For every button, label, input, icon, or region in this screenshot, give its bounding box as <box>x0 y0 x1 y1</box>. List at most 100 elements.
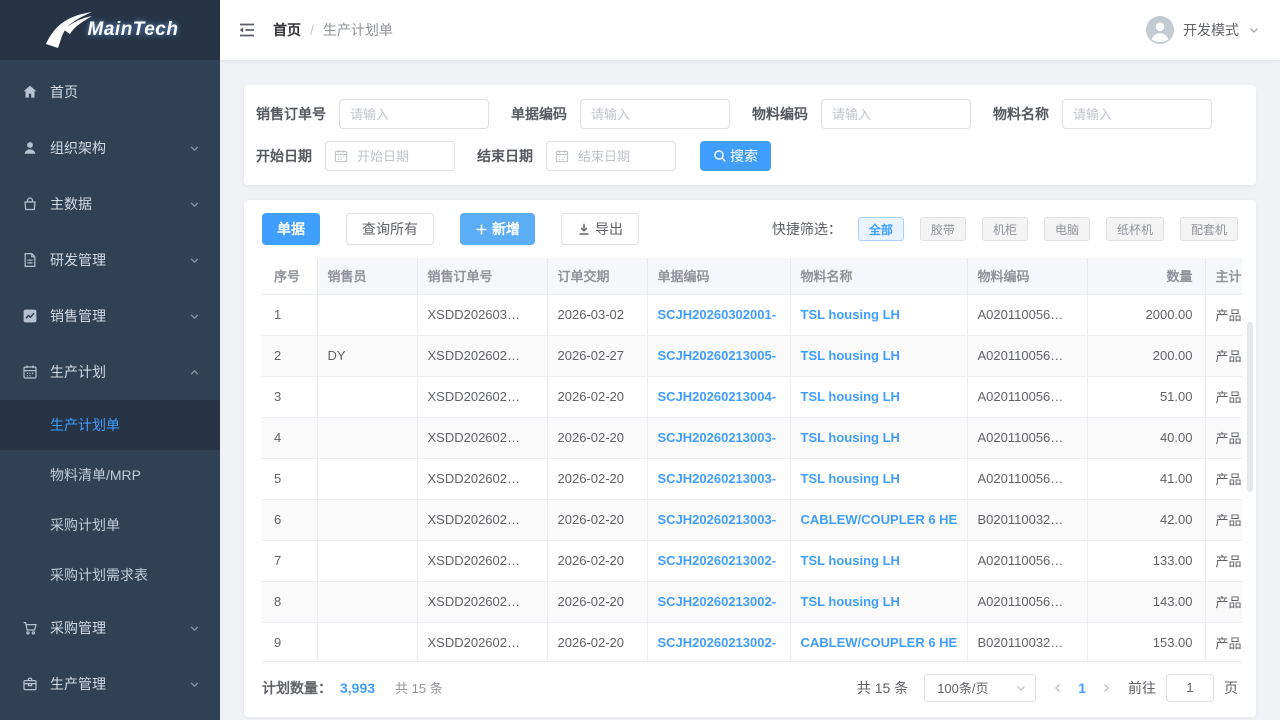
cell-qty: 41.00 <box>1087 458 1205 499</box>
cell-material_code: A020110056… <box>967 417 1087 458</box>
add-button[interactable]: 新增 <box>460 213 535 245</box>
quick-filter-chip-4[interactable]: 纸杯机 <box>1106 217 1164 241</box>
table-row: 9XSDD202602…2026-02-20SCJH20260213002-CA… <box>262 622 1242 662</box>
cell-unit: 产品 <box>1205 294 1242 335</box>
quick-filter-chip-2[interactable]: 机柜 <box>982 217 1028 241</box>
chevron-left-icon <box>1052 682 1064 694</box>
material_name-link[interactable]: TSL housing LH <box>801 471 900 486</box>
sidebar-item-label: 组织架构 <box>50 138 189 158</box>
sidebar-item-rd-management[interactable]: 研发管理 <box>0 232 220 288</box>
material_name-link[interactable]: TSL housing LH <box>801 430 900 445</box>
filter-group-2: 物料编码 <box>752 99 971 129</box>
export-button[interactable]: 导出 <box>561 213 639 245</box>
page-size-select[interactable]: 100条/页 <box>924 674 1036 702</box>
sidebar-item-sales-management[interactable]: 销售管理 <box>0 288 220 344</box>
cell-sales_order: XSDD202602… <box>417 581 547 622</box>
doc_code-link[interactable]: SCJH20260213003- <box>658 512 777 527</box>
cell-unit: 产品 <box>1205 417 1242 458</box>
chevron-down-icon <box>189 199 200 210</box>
sidebar-subitem-bom-mrp[interactable]: 物料清单/MRP <box>0 450 220 500</box>
column-header-1: 销售员 <box>317 258 417 294</box>
doc_code-link[interactable]: SCJH20260213002- <box>658 635 777 650</box>
sidebar-subitem-purchase-plan-demand[interactable]: 采购计划需求表 <box>0 550 220 600</box>
filter-input-3[interactable] <box>1062 99 1212 129</box>
quick-filter-chip-1[interactable]: 胶带 <box>920 217 966 241</box>
filter-input-2[interactable] <box>821 99 971 129</box>
chevron-down-icon <box>189 679 200 690</box>
sidebar-item-label: 采购管理 <box>50 618 189 638</box>
breadcrumb-home[interactable]: 首页 <box>273 20 301 40</box>
quick-filter-chip-5[interactable]: 配套机 <box>1180 217 1238 241</box>
cell-salesperson <box>317 294 417 335</box>
filter-input-1[interactable] <box>580 99 730 129</box>
sidebar-item-master-data[interactable]: 主数据 <box>0 176 220 232</box>
docs-button[interactable]: 单据 <box>262 213 320 245</box>
plus-icon <box>475 223 488 236</box>
date-input-0[interactable] <box>325 141 455 171</box>
user-menu[interactable]: 开发模式 <box>1146 16 1260 44</box>
cell-seq: 3 <box>262 376 317 417</box>
doc_code-link[interactable]: SCJH20260213002- <box>658 594 777 609</box>
cell-material_name: TSL housing LH <box>790 376 967 417</box>
plan-qty-label: 计划数量： <box>262 678 332 698</box>
quick-filter-chip-3[interactable]: 电脑 <box>1044 217 1090 241</box>
cell-sales_order: XSDD202602… <box>417 376 547 417</box>
material_name-link[interactable]: CABLEW/COUPLER 6 HE <box>801 635 958 650</box>
query-all-button[interactable]: 查询所有 <box>346 213 434 245</box>
app-root: MainTech 首页组织架构主数据研发管理销售管理生产计划生产计划单物料清单/… <box>0 0 1280 720</box>
toolbar-buttons: 单据 查询所有 新增 <box>262 213 639 245</box>
brand-logo[interactable]: MainTech <box>0 0 220 60</box>
material_name-link[interactable]: TSL housing LH <box>801 389 900 404</box>
doc_code-link[interactable]: SCJH20260302001- <box>658 307 777 322</box>
doc_code-link[interactable]: SCJH20260213003- <box>658 430 777 445</box>
collapse-sidebar-icon[interactable] <box>236 19 258 41</box>
cell-material_name: TSL housing LH <box>790 294 967 335</box>
total-count-left: 共 15 条 <box>395 678 443 697</box>
material_name-link[interactable]: TSL housing LH <box>801 594 900 609</box>
date-input-1[interactable] <box>546 141 676 171</box>
cell-unit: 产品 <box>1205 540 1242 581</box>
sidebar-subitem-purchase-plan-order[interactable]: 采购计划单 <box>0 500 220 550</box>
prev-page-button[interactable] <box>1052 682 1064 694</box>
cell-due_date: 2026-02-20 <box>547 622 647 662</box>
filter-label: 单据编码 <box>511 104 567 124</box>
page-number[interactable]: 1 <box>1078 680 1086 696</box>
calendar-icon <box>22 364 38 380</box>
doc_code-link[interactable]: SCJH20260213004- <box>658 389 777 404</box>
cell-material_code: A020110056… <box>967 540 1087 581</box>
doc_code-link[interactable]: SCJH20260213005- <box>658 348 777 363</box>
sidebar-item-home[interactable]: 首页 <box>0 64 220 120</box>
box-icon <box>22 676 38 692</box>
sidebar-item-label: 生产计划 <box>50 362 189 382</box>
doc_code-link[interactable]: SCJH20260213003- <box>658 471 777 486</box>
table-scroll-region[interactable]: 序号销售员销售订单号订单交期单据编码物料名称物料编码数量主计 1XSDD2026… <box>262 258 1242 662</box>
sidebar-item-production-management[interactable]: 生产管理 <box>0 656 220 712</box>
quick-filter-chip-0[interactable]: 全部 <box>858 217 904 241</box>
doc_code-link[interactable]: SCJH20260213002- <box>658 553 777 568</box>
cell-doc_code: SCJH20260213003- <box>647 458 790 499</box>
vertical-scrollbar-thumb[interactable] <box>1247 322 1253 492</box>
cell-material_name: TSL housing LH <box>790 540 967 581</box>
sidebar-item-production-plan[interactable]: 生产计划 <box>0 344 220 400</box>
sidebar-subitem-production-plan-order[interactable]: 生产计划单 <box>0 400 220 450</box>
cell-material_name: TSL housing LH <box>790 458 967 499</box>
material_name-link[interactable]: CABLEW/COUPLER 6 HE <box>801 512 958 527</box>
material_name-link[interactable]: TSL housing LH <box>801 553 900 568</box>
chevron-right-icon <box>1100 682 1112 694</box>
next-page-button[interactable] <box>1100 682 1112 694</box>
material_name-link[interactable]: TSL housing LH <box>801 307 900 322</box>
filter-input-0[interactable] <box>339 99 489 129</box>
cell-due_date: 2026-02-20 <box>547 417 647 458</box>
material_name-link[interactable]: TSL housing LH <box>801 348 900 363</box>
chevron-down-icon <box>189 143 200 154</box>
goto-page-input[interactable] <box>1166 674 1214 702</box>
table-row: 2DYXSDD202602…2026-02-27SCJH20260213005-… <box>262 335 1242 376</box>
plan-table: 序号销售员销售订单号订单交期单据编码物料名称物料编码数量主计 1XSDD2026… <box>262 258 1242 662</box>
filter-label: 销售订单号 <box>256 104 326 124</box>
sidebar-item-purchase-management[interactable]: 采购管理 <box>0 600 220 656</box>
quick-filter-chips: 全部胶带机柜电脑纸杯机配套机 <box>858 217 1238 241</box>
goto-page: 前往 页 <box>1128 674 1238 702</box>
search-button[interactable]: 搜索 <box>700 141 771 171</box>
sidebar-item-org[interactable]: 组织架构 <box>0 120 220 176</box>
chevron-down-icon <box>189 255 200 266</box>
